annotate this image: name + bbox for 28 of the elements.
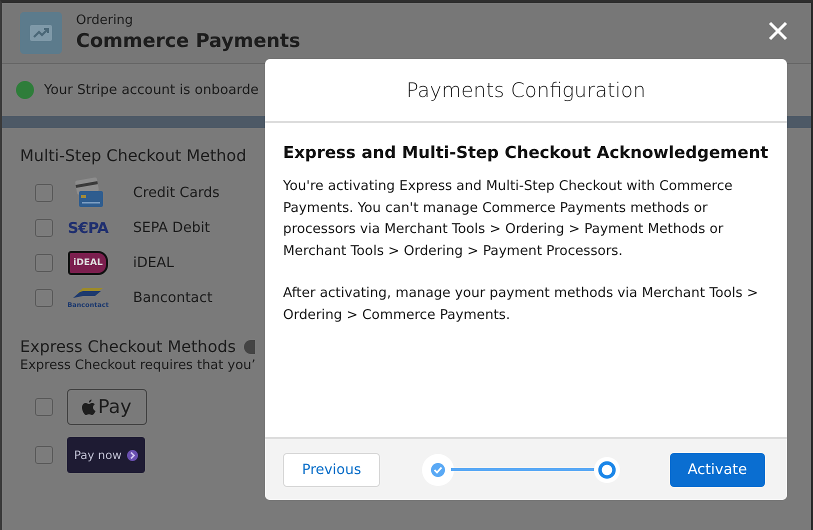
section-heading: Multi-Step Checkout Method bbox=[20, 146, 246, 165]
page-title: Commerce Payments bbox=[76, 29, 300, 53]
checkbox[interactable] bbox=[35, 398, 53, 416]
modal-paragraph: You're activating Express and Multi-Step Checkout with Commerce Payments. You can't manage Commerce Payments methods or processors via Merchant Tools > Ordering > Payment Methods or Merchant Tools > Ordering > Payment Processors. bbox=[283, 177, 734, 260]
credit-card-icon bbox=[73, 176, 103, 208]
checkbox[interactable] bbox=[35, 446, 53, 464]
checkbox[interactable] bbox=[35, 254, 53, 272]
method-label: Bancontact bbox=[133, 290, 212, 306]
modal-heading: Express and Multi-Step Checkout Acknowledgement bbox=[283, 143, 769, 162]
chart-icon bbox=[20, 12, 62, 54]
modal-paragraph: After activating, manage your payment methods via Merchant Tools > Ordering > Commerce Payments. bbox=[283, 284, 760, 324]
pay-now-logo: Pay now bbox=[67, 437, 145, 473]
previous-button[interactable]: Previous bbox=[283, 452, 380, 486]
section-note: Express Checkout requires that you’ bbox=[20, 358, 256, 373]
checkbox[interactable] bbox=[35, 288, 53, 306]
section-heading: Express Checkout Methods bbox=[20, 337, 236, 356]
method-label: Credit Cards bbox=[133, 184, 220, 200]
activate-button[interactable]: Activate bbox=[670, 452, 765, 486]
page-eyebrow: Ordering bbox=[76, 13, 134, 29]
ideal-logo: iDEAL bbox=[68, 250, 108, 274]
checkbox[interactable] bbox=[35, 218, 53, 236]
banner-message: Your Stripe account is onboarde bbox=[44, 82, 259, 98]
checkbox[interactable] bbox=[35, 184, 53, 202]
sepa-logo: S€PA bbox=[68, 218, 108, 236]
method-label: iDEAL bbox=[133, 254, 174, 270]
apple-pay-logo: Pay bbox=[67, 389, 146, 425]
modal-title: Payments Configuration bbox=[406, 78, 646, 102]
method-label: SEPA Debit bbox=[133, 220, 210, 236]
